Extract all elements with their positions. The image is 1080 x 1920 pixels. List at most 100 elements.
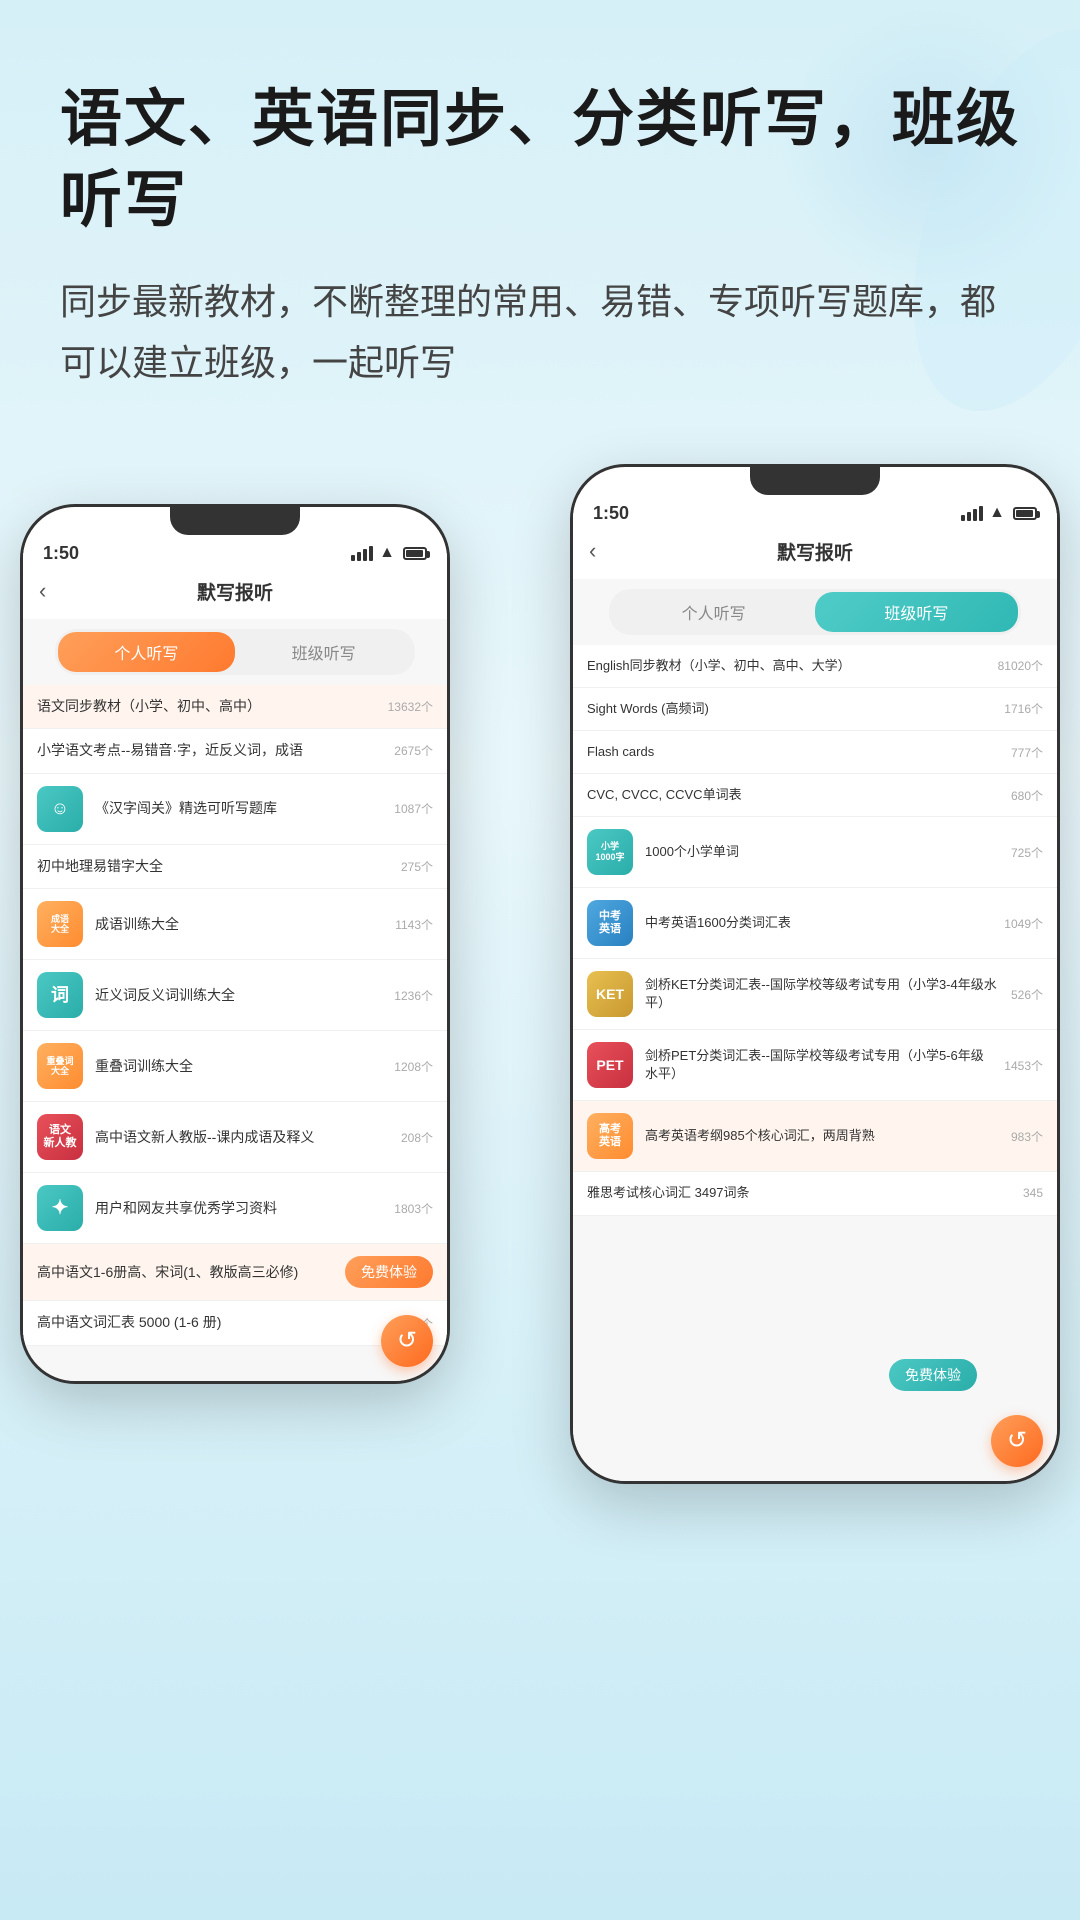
item-count: 680个 (1011, 787, 1043, 804)
battery-icon-right (1013, 507, 1037, 520)
status-icons-right: ▲ (961, 504, 1037, 522)
item-text: 1000个小学单词 (645, 843, 1003, 861)
list-item[interactable]: 语文新人教 高中语文新人教版--课内成语及释义 208个 (23, 1102, 447, 1173)
list-item[interactable]: 初中地理易错字大全 275个 (23, 845, 447, 890)
phone-left-content: 1:50 ▲ ‹ 默写报听 (23, 535, 447, 1381)
phone-right: 1:50 ▲ ‹ 默写报听 (570, 464, 1060, 1484)
item-text: 高考英语考纲985个核心词汇，两周背熟 (645, 1127, 1003, 1145)
refresh-button-left[interactable]: ↺ (381, 1315, 433, 1367)
tab-class-right[interactable]: 班级听写 (815, 592, 1018, 632)
item-count: 983个 (1011, 1128, 1043, 1145)
list-item[interactable]: 词 近义词反义词训练大全 1236个 (23, 960, 447, 1031)
list-item[interactable]: Flash cards 777个 (573, 731, 1057, 774)
list-item[interactable]: 重叠词大全 重叠词训练大全 1208个 (23, 1031, 447, 1102)
item-text: 语文同步教材（小学、初中、高中） (37, 697, 380, 717)
item-text: 小学语文考点--易错音·字，近反义词，成语 (37, 741, 386, 761)
item-text: 雅思考试核心词汇 3497词条 (587, 1184, 1015, 1202)
tab-class-left[interactable]: 班级听写 (235, 632, 412, 672)
list-item[interactable]: 小学语文考点--易错音·字，近反义词，成语 2675个 (23, 729, 447, 774)
item-text: 高中语文新人教版--课内成语及释义 (95, 1128, 393, 1148)
item-text: 重叠词训练大全 (95, 1057, 386, 1077)
signal-icon (351, 546, 373, 561)
list-item[interactable]: PET 剑桥PET分类词汇表--国际学校等级考试专用（小学5-6年级水平） 14… (573, 1030, 1057, 1101)
item-icon: ✦ (37, 1185, 83, 1231)
item-icon: PET (587, 1042, 633, 1088)
time-left: 1:50 (43, 543, 79, 564)
wifi-icon-right: ▲ (989, 504, 1005, 522)
list-left: 语文同步教材（小学、初中、高中） 13632个 小学语文考点--易错音·字，近反… (23, 685, 447, 1381)
item-icon: 词 (37, 972, 83, 1018)
list-right: English同步教材（小学、初中、高中、大学） 81020个 Sight Wo… (573, 645, 1057, 1481)
list-item[interactable]: 高考英语 高考英语考纲985个核心词汇，两周背熟 983个 (573, 1101, 1057, 1172)
item-count: 275个 (401, 858, 433, 875)
free-exp-text[interactable]: 免费体验 (889, 1359, 977, 1391)
sub-title: 同步最新教材，不断整理的常用、易错、专项听写题库，都可以建立班级，一起听写 (60, 271, 1020, 393)
back-button-left[interactable]: ‹ (39, 578, 46, 604)
item-count: 13632个 (388, 698, 433, 715)
phone-right-content: 1:50 ▲ ‹ 默写报听 (573, 495, 1057, 1481)
phone-left-notch (170, 507, 300, 535)
list-item[interactable]: 语文同步教材（小学、初中、高中） 13632个 (23, 685, 447, 730)
item-text: Flash cards (587, 743, 1003, 761)
list-item[interactable]: 中考英语 中考英语1600分类词汇表 1049个 (573, 888, 1057, 959)
wifi-icon: ▲ (379, 544, 395, 562)
free-badge-right[interactable]: 免费体验 (881, 1359, 977, 1391)
toggle-tabs-left: 个人听写 班级听写 (55, 629, 415, 675)
list-item[interactable]: ✦ 用户和网友共享优秀学习资料 1803个 (23, 1173, 447, 1244)
item-text: 剑桥KET分类词汇表--国际学校等级考试专用（小学3-4年级水平） (645, 976, 1003, 1012)
item-icon: 成语大全 (37, 901, 83, 947)
phones-container: 1:50 ▲ ‹ 默写报听 (0, 454, 1080, 1834)
status-icons-left: ▲ (351, 544, 427, 562)
phone-left: 1:50 ▲ ‹ 默写报听 (20, 504, 450, 1384)
list-item[interactable]: 成语大全 成语训练大全 1143个 (23, 889, 447, 960)
item-count: 345 (1023, 1186, 1043, 1200)
item-count: 1143个 (395, 916, 433, 933)
item-icon: 高考英语 (587, 1113, 633, 1159)
item-count: 526个 (1011, 986, 1043, 1003)
tab-personal-right[interactable]: 个人听写 (612, 592, 815, 632)
item-text: 《汉字闯关》精选可听写题库 (95, 799, 386, 819)
item-count: 1453个 (1004, 1057, 1043, 1074)
item-icon: ☺ (37, 786, 83, 832)
item-text: 中考英语1600分类词汇表 (645, 914, 996, 932)
item-text: 高中语文词汇表 5000 (1-6 册) (37, 1313, 393, 1333)
app-header-right: ‹ 默写报听 (573, 528, 1057, 579)
list-item[interactable]: English同步教材（小学、初中、高中、大学） 81020个 (573, 645, 1057, 688)
app-title-right: 默写报听 (777, 538, 853, 565)
status-bar-right: 1:50 ▲ (573, 495, 1057, 528)
item-count: 777个 (1011, 744, 1043, 761)
item-icon: 中考英语 (587, 900, 633, 946)
item-count: 2675个 (394, 742, 433, 759)
list-item[interactable]: KET 剑桥KET分类词汇表--国际学校等级考试专用（小学3-4年级水平） 52… (573, 959, 1057, 1030)
free-badge-left[interactable]: 免费体验 (345, 1256, 433, 1288)
battery-icon (403, 547, 427, 560)
item-count: 208个 (401, 1129, 433, 1146)
tab-personal-left[interactable]: 个人听写 (58, 632, 235, 672)
item-text: 近义词反义词训练大全 (95, 986, 386, 1006)
item-count: 1236个 (394, 987, 433, 1004)
list-item[interactable]: 小学1000字 1000个小学单词 725个 (573, 817, 1057, 888)
list-item[interactable]: 雅思考试核心词汇 3497词条 345 (573, 1172, 1057, 1215)
list-item[interactable]: Sight Words (高频词) 1716个 (573, 688, 1057, 731)
list-item[interactable]: ☺ 《汉字闯关》精选可听写题库 1087个 (23, 774, 447, 845)
item-count: 1803个 (394, 1200, 433, 1217)
signal-icon-right (961, 506, 983, 521)
refresh-button-right[interactable]: ↺ (991, 1415, 1043, 1467)
item-text: CVC, CVCC, CCVC单词表 (587, 786, 1003, 804)
app-title-left: 默写报听 (197, 578, 273, 605)
header-section: 语文、英语同步、分类听写，班级听写 同步最新教材，不断整理的常用、易错、专项听写… (0, 0, 1080, 434)
item-icon: 重叠词大全 (37, 1043, 83, 1089)
item-text: 成语训练大全 (95, 915, 387, 935)
app-header-left: ‹ 默写报听 (23, 568, 447, 619)
list-item[interactable]: 高中语文1-6册高、宋词(1、教版高三必修) 免费体验 (23, 1244, 447, 1301)
phone-right-notch (750, 467, 880, 495)
item-text: English同步教材（小学、初中、高中、大学） (587, 657, 990, 675)
list-item[interactable]: CVC, CVCC, CCVC单词表 680个 (573, 774, 1057, 817)
item-text: 高中语文1-6册高、宋词(1、教版高三必修) (37, 1263, 337, 1283)
item-count: 1208个 (394, 1058, 433, 1075)
item-text: Sight Words (高频词) (587, 700, 996, 718)
item-text: 剑桥PET分类词汇表--国际学校等级考试专用（小学5-6年级水平） (645, 1047, 996, 1083)
main-title: 语文、英语同步、分类听写，班级听写 (60, 80, 1020, 241)
item-count: 1716个 (1004, 700, 1043, 717)
back-button-right[interactable]: ‹ (589, 538, 596, 564)
